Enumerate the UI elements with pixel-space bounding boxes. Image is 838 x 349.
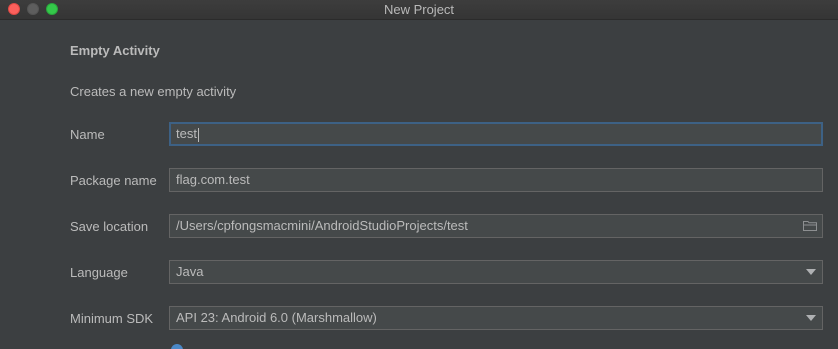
- template-heading: Empty Activity: [70, 43, 160, 58]
- title-bar: New Project: [0, 0, 838, 20]
- language-value: Java: [176, 264, 204, 279]
- template-description: Creates a new empty activity: [70, 84, 237, 99]
- folder-icon[interactable]: [803, 220, 817, 231]
- name-field[interactable]: test: [169, 122, 823, 146]
- chevron-down-icon: [806, 315, 816, 321]
- save-location-label: Save location: [70, 219, 149, 234]
- language-dropdown[interactable]: Java: [169, 260, 823, 284]
- language-label: Language: [70, 265, 128, 280]
- package-name-value: flag.com.test: [176, 172, 250, 187]
- text-caret: [197, 127, 199, 142]
- minimum-sdk-label: Minimum SDK: [70, 311, 154, 326]
- window-title: New Project: [383, 2, 455, 17]
- package-name-label: Package name: [70, 173, 157, 188]
- name-field-value: test: [176, 126, 197, 141]
- save-location-field[interactable]: /Users/cpfongsmacmini/AndroidStudioProje…: [169, 214, 823, 238]
- minimum-sdk-value: API 23: Android 6.0 (Marshmallow): [176, 310, 377, 325]
- info-icon: [171, 344, 183, 349]
- new-project-window: New Project Empty Activity Creates a new…: [0, 0, 838, 349]
- chevron-down-icon: [806, 269, 816, 275]
- package-name-field[interactable]: flag.com.test: [169, 168, 823, 192]
- name-label: Name: [70, 127, 105, 142]
- save-location-value: /Users/cpfongsmacmini/AndroidStudioProje…: [176, 218, 468, 233]
- minimum-sdk-dropdown[interactable]: API 23: Android 6.0 (Marshmallow): [169, 306, 823, 330]
